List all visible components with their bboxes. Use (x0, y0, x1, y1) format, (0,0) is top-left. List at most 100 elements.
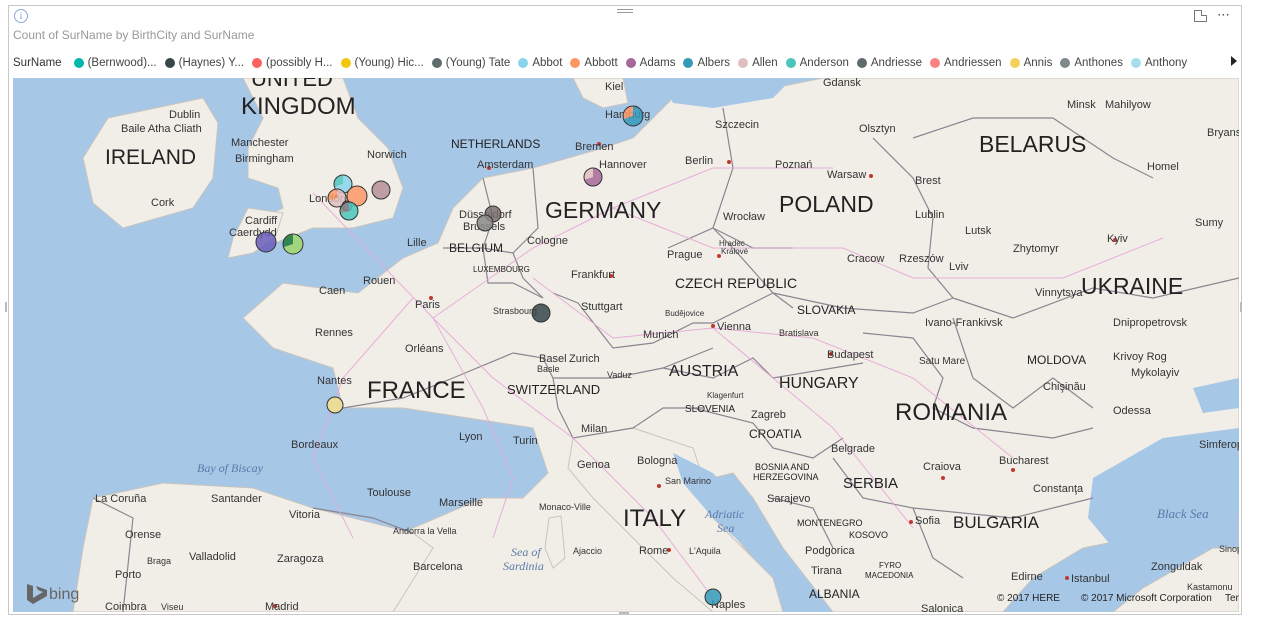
map-bubble[interactable] (622, 105, 644, 127)
resize-handle-right[interactable] (1240, 302, 1242, 312)
legend-dot-icon (518, 58, 529, 68)
legend-item[interactable]: Allen (738, 57, 778, 69)
bubble-slice (531, 303, 551, 323)
map-bubble[interactable] (531, 303, 551, 323)
svg-text:Bremen: Bremen (575, 141, 614, 153)
legend-item[interactable]: Abbott (570, 57, 618, 69)
legend-label: (Young) Tate (445, 57, 511, 69)
map-bubble[interactable] (255, 231, 277, 253)
svg-text:Zonguldak: Zonguldak (1151, 561, 1203, 573)
svg-text:Vitoria: Vitoria (289, 509, 321, 521)
svg-text:Mahilyow: Mahilyow (1105, 99, 1151, 111)
legend-item[interactable]: (possibly H... (252, 57, 333, 69)
svg-text:Rzeszów: Rzeszów (899, 253, 944, 265)
legend-dot-icon (164, 58, 175, 68)
legend-label: Adams (639, 57, 676, 69)
legend-dot-icon (340, 58, 351, 68)
svg-text:Andorra la Vella: Andorra la Vella (393, 526, 457, 536)
svg-text:Zagreb: Zagreb (751, 409, 786, 421)
label-sea-of: Sea of (511, 545, 542, 559)
map-bubble[interactable] (371, 180, 391, 200)
resize-handle-bottom[interactable] (619, 612, 629, 614)
svg-text:Manchester: Manchester (231, 137, 289, 149)
svg-text:Lille: Lille (407, 237, 427, 249)
legend-item[interactable]: (Haynes) Y... (164, 57, 244, 69)
svg-text:Králové: Králové (721, 247, 749, 256)
svg-text:Munich: Munich (643, 329, 678, 341)
legend-item[interactable]: (Young) Hic... (340, 57, 424, 69)
svg-text:Dublin: Dublin (169, 109, 200, 121)
svg-text:Santander: Santander (211, 493, 262, 505)
label-kosovo: KOSOVO (849, 530, 888, 540)
svg-text:Paris: Paris (415, 299, 441, 311)
visual-title: Count of SurName by BirthCity and SurNam… (13, 28, 255, 42)
map-bubble[interactable] (339, 201, 359, 221)
svg-text:Mykolayiv: Mykolayiv (1131, 367, 1180, 379)
legend-label: Abbott (584, 57, 618, 69)
info-icon[interactable]: i (14, 9, 28, 23)
label-bosnia: BOSNIA AND (755, 462, 810, 472)
legend-item[interactable]: (Bernwood)... (73, 57, 157, 69)
legend-label: (possibly H... (266, 57, 333, 69)
svg-text:Szczecin: Szczecin (715, 119, 759, 131)
bubble-slice (326, 396, 344, 414)
svg-text:Belgrade: Belgrade (831, 443, 875, 455)
legend-item[interactable]: Abbot (518, 57, 562, 69)
legend-dot-icon (625, 58, 636, 68)
label-albania: ALBANIA (809, 587, 860, 601)
svg-text:Birmingham: Birmingham (235, 153, 294, 165)
svg-text:Brest: Brest (915, 175, 941, 187)
legend-item[interactable]: Andriessen (930, 57, 1002, 69)
svg-text:Lublin: Lublin (915, 209, 944, 221)
legend-item[interactable]: Andriesse (856, 57, 922, 69)
label-germany: GERMANY (545, 197, 661, 223)
legend-label: Albers (697, 57, 731, 69)
legend-label: (Young) Hic... (354, 57, 424, 69)
legend-item[interactable]: Anthones (1060, 57, 1123, 69)
svg-text:Bratislava: Bratislava (779, 328, 819, 338)
map-bubble[interactable] (326, 396, 344, 414)
svg-text:Simferopol: Simferopol (1199, 439, 1239, 451)
label-macedonia: MACEDONIA (865, 571, 914, 580)
label-france: FRANCE (367, 377, 466, 404)
map-bubble[interactable] (476, 214, 494, 232)
svg-text:Orléans: Orléans (405, 343, 444, 355)
map-bubble[interactable] (583, 167, 603, 187)
more-options-icon[interactable]: ⋯ (1217, 8, 1231, 23)
map-bubble[interactable] (282, 233, 304, 255)
map-bubble[interactable] (704, 588, 722, 606)
svg-text:Sinop: Sinop (1219, 544, 1239, 554)
svg-text:Rouen: Rouen (363, 275, 395, 287)
label-romania: ROMANIA (895, 399, 1007, 426)
svg-text:Kyiv: Kyiv (1107, 233, 1128, 245)
svg-text:Toulouse: Toulouse (367, 487, 411, 499)
label-belgium: BELGIUM (449, 241, 503, 255)
svg-text:Wrocław: Wrocław (723, 211, 765, 223)
legend-next-arrow-icon[interactable] (1231, 56, 1237, 66)
svg-text:Viseu: Viseu (161, 602, 183, 612)
map-canvas[interactable]: KINGDOM UNITED IRELAND NETHERLANDS GERMA… (13, 78, 1239, 612)
legend-item[interactable]: Annis (1009, 57, 1052, 69)
label-united-kingdom: KINGDOM (241, 93, 356, 120)
resize-handle-left[interactable] (5, 302, 7, 312)
svg-text:Cork: Cork (151, 197, 175, 209)
label-bay-of-biscay: Bay of Biscay (197, 461, 264, 475)
label-luxembourg: LUXEMBOURG (473, 265, 530, 274)
legend-item[interactable]: Albers (683, 57, 730, 69)
label-austria: AUSTRIA (669, 363, 739, 380)
legend-item[interactable]: Anderson (785, 57, 849, 69)
terms-link[interactable]: Ter (1225, 593, 1239, 604)
drag-handle-icon[interactable] (617, 7, 633, 17)
label-belarus: BELARUS (979, 131, 1086, 157)
svg-text:L'Aquila: L'Aquila (689, 546, 721, 556)
legend-item[interactable]: Anthony (1130, 57, 1187, 69)
legend-dot-icon (738, 58, 749, 68)
svg-text:Zaragoza: Zaragoza (277, 553, 324, 565)
svg-text:Poznań: Poznań (775, 159, 812, 171)
legend-dot-icon (1130, 58, 1141, 68)
legend-item[interactable]: (Young) Tate (431, 57, 511, 69)
label-slovenia: SLOVENIA (685, 404, 735, 415)
legend-item[interactable]: Adams (625, 57, 676, 69)
map-visual[interactable]: i ⋯ Count of SurName by BirthCity and Su… (8, 5, 1242, 615)
focus-mode-icon[interactable] (1194, 9, 1207, 22)
